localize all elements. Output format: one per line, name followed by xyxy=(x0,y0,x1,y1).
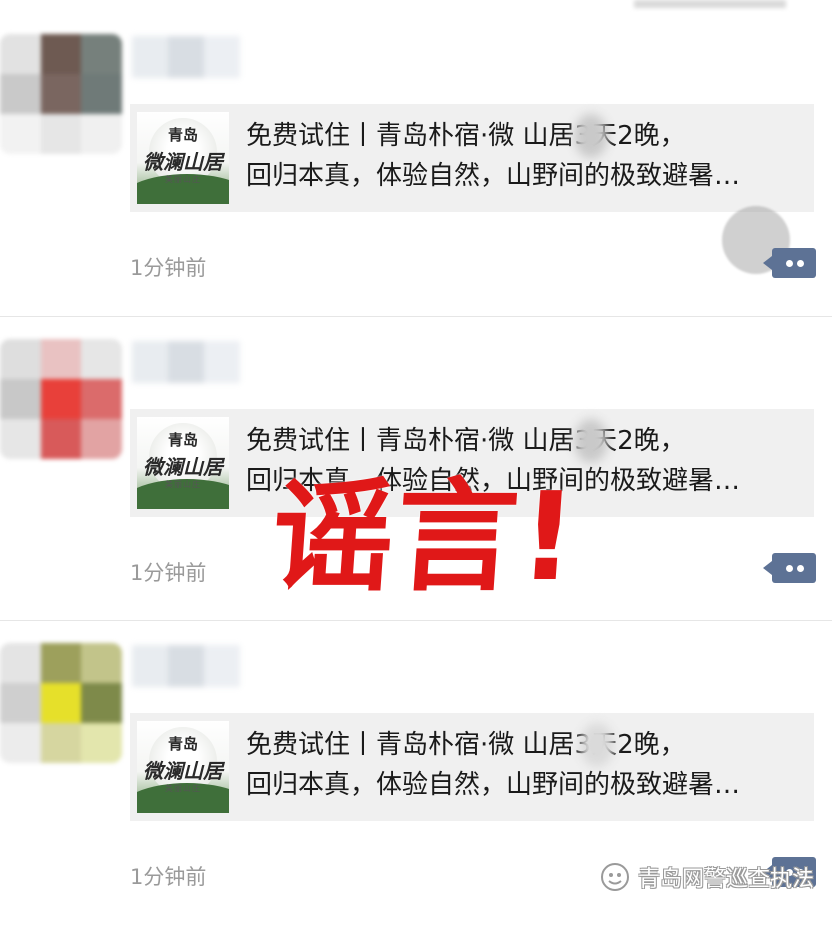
link-title-line2: 回归本真，体验自然，山野间的极致避暑… xyxy=(246,770,741,800)
nickname[interactable] xyxy=(132,341,240,383)
thumbnail-logo-top: 青岛 xyxy=(167,431,198,449)
comment-button[interactable] xyxy=(763,553,816,583)
more-dots-icon xyxy=(786,565,793,572)
redaction-mask xyxy=(574,114,608,158)
link-thumbnail: 青岛 微澜山居 美丽山庄 xyxy=(137,112,229,204)
timestamp: 1分钟前 xyxy=(130,561,207,585)
thumbnail-logo-main: 微澜山居 xyxy=(143,455,223,479)
thumbnail-logo-sub: 美丽山庄 xyxy=(165,175,201,184)
nickname[interactable] xyxy=(132,645,240,687)
link-title-line1: 免费试住丨青岛朴宿·微 山居3天2晚， xyxy=(246,121,686,151)
wechat-official-account-icon xyxy=(601,863,629,891)
thumbnail-logo-sub: 美丽山庄 xyxy=(165,480,201,489)
link-title-line1: 免费试住丨青岛朴宿·微 山居3天2晚， xyxy=(246,426,686,456)
thumbnail-logo-main: 微澜山居 xyxy=(143,759,223,783)
link-title-line2: 回归本真，体验自然，山野间的极致避暑… xyxy=(246,161,741,191)
redaction-mask xyxy=(574,419,608,463)
avatar[interactable] xyxy=(0,339,122,459)
redaction-mask xyxy=(580,723,614,767)
thumbnail-logo-top: 青岛 xyxy=(167,735,198,753)
timestamp: 1分钟前 xyxy=(130,256,207,280)
moment-post: 青岛 微澜山居 美丽山庄 免费试住丨青岛朴宿·微 山居3天2晚， 回归本真，体验… xyxy=(0,12,832,316)
timestamp: 1分钟前 xyxy=(130,865,207,889)
shared-link-card[interactable]: 青岛 微澜山居 美丽山庄 免费试住丨青岛朴宿·微 山居3天2晚， 回归本真，体验… xyxy=(130,104,814,212)
nickname[interactable] xyxy=(132,36,240,78)
link-title: 免费试住丨青岛朴宿·微 山居3天2晚， 回归本真，体验自然，山野间的极致避暑… xyxy=(246,725,806,805)
source-watermark: 青岛网警巡查执法 xyxy=(600,860,814,894)
blurred-top-fragment xyxy=(634,0,786,8)
link-thumbnail: 青岛 微澜山居 美丽山庄 xyxy=(137,721,229,813)
avatar[interactable] xyxy=(0,643,122,763)
link-title: 免费试住丨青岛朴宿·微 山居3天2晚， 回归本真，体验自然，山野间的极致避暑… xyxy=(246,116,806,196)
link-title-line1: 免费试住丨青岛朴宿·微 山居3天2晚， xyxy=(246,730,686,760)
shared-link-card[interactable]: 青岛 微澜山居 美丽山庄 免费试住丨青岛朴宿·微 山居3天2晚， 回归本真，体验… xyxy=(130,713,814,821)
more-dots-icon xyxy=(786,260,793,267)
thumbnail-logo-main: 微澜山居 xyxy=(143,150,223,174)
thumbnail-logo-sub: 美丽山庄 xyxy=(165,784,201,793)
avatar[interactable] xyxy=(0,34,122,154)
link-thumbnail: 青岛 微澜山居 美丽山庄 xyxy=(137,417,229,509)
thumbnail-logo-top: 青岛 xyxy=(167,126,198,144)
watermark-text: 青岛网警巡查执法 xyxy=(638,867,815,892)
rumor-stamp: 谣言! xyxy=(267,466,583,608)
comment-button[interactable] xyxy=(763,248,816,278)
